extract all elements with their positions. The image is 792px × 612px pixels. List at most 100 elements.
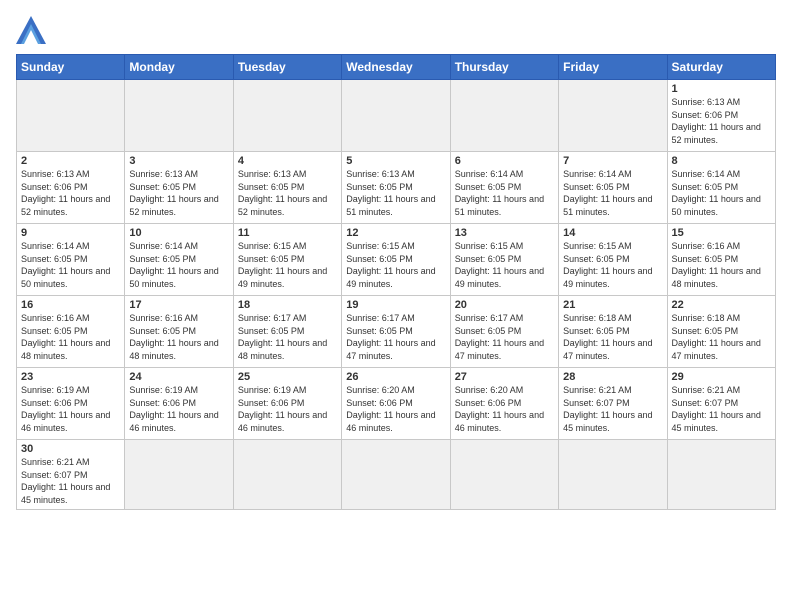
day-info: Sunrise: 6:17 AMSunset: 6:05 PMDaylight:… xyxy=(455,312,554,362)
calendar-week-row: 9 Sunrise: 6:14 AMSunset: 6:05 PMDaylight… xyxy=(17,224,776,296)
day-info: Sunrise: 6:21 AMSunset: 6:07 PMDaylight:… xyxy=(21,456,120,506)
day-info: Sunrise: 6:19 AMSunset: 6:06 PMDaylight:… xyxy=(129,384,228,434)
day-number: 26 xyxy=(346,371,445,383)
day-info: Sunrise: 6:13 AMSunset: 6:05 PMDaylight:… xyxy=(346,168,445,218)
day-number: 2 xyxy=(21,155,120,167)
day-info: Sunrise: 6:17 AMSunset: 6:05 PMDaylight:… xyxy=(346,312,445,362)
calendar-table: SundayMondayTuesdayWednesdayThursdayFrid… xyxy=(16,54,776,510)
day-number: 22 xyxy=(672,299,771,311)
calendar-cell: 23Sunrise: 6:19 AMSunset: 6:06 PMDayligh… xyxy=(17,368,125,440)
calendar-cell: 18Sunrise: 6:17 AMSunset: 6:05 PMDayligh… xyxy=(233,296,341,368)
day-number: 24 xyxy=(129,371,228,383)
day-number: 3 xyxy=(129,155,228,167)
calendar-cell: 16Sunrise: 6:16 AMSunset: 6:05 PMDayligh… xyxy=(17,296,125,368)
day-info: Sunrise: 6:16 AMSunset: 6:05 PMDaylight:… xyxy=(129,312,228,362)
calendar-cell xyxy=(450,80,558,152)
day-number: 27 xyxy=(455,371,554,383)
day-number: 15 xyxy=(672,227,771,239)
calendar-col-header: Friday xyxy=(559,55,667,80)
calendar-cell: 15Sunrise: 6:16 AMSunset: 6:05 PMDayligh… xyxy=(667,224,775,296)
day-number: 14 xyxy=(563,227,662,239)
calendar-cell: 24Sunrise: 6:19 AMSunset: 6:06 PMDayligh… xyxy=(125,368,233,440)
calendar-cell xyxy=(125,80,233,152)
logo-icon xyxy=(16,16,46,44)
calendar-cell: 13Sunrise: 6:15 AMSunset: 6:05 PMDayligh… xyxy=(450,224,558,296)
calendar-cell: 28Sunrise: 6:21 AMSunset: 6:07 PMDayligh… xyxy=(559,368,667,440)
calendar-cell xyxy=(342,80,450,152)
calendar-cell: 17Sunrise: 6:16 AMSunset: 6:05 PMDayligh… xyxy=(125,296,233,368)
day-info: Sunrise: 6:13 AMSunset: 6:05 PMDaylight:… xyxy=(129,168,228,218)
calendar-cell: 9Sunrise: 6:14 AMSunset: 6:05 PMDaylight… xyxy=(17,224,125,296)
day-number: 28 xyxy=(563,371,662,383)
day-info: Sunrise: 6:14 AMSunset: 6:05 PMDaylight:… xyxy=(672,168,771,218)
day-number: 1 xyxy=(672,83,771,95)
day-number: 17 xyxy=(129,299,228,311)
day-info: Sunrise: 6:20 AMSunset: 6:06 PMDaylight:… xyxy=(346,384,445,434)
calendar-cell: 25Sunrise: 6:19 AMSunset: 6:06 PMDayligh… xyxy=(233,368,341,440)
calendar-cell: 29Sunrise: 6:21 AMSunset: 6:07 PMDayligh… xyxy=(667,368,775,440)
calendar-cell: 3Sunrise: 6:13 AMSunset: 6:05 PMDaylight… xyxy=(125,152,233,224)
day-number: 12 xyxy=(346,227,445,239)
calendar-cell xyxy=(125,440,233,510)
calendar-cell: 19Sunrise: 6:17 AMSunset: 6:05 PMDayligh… xyxy=(342,296,450,368)
day-number: 4 xyxy=(238,155,337,167)
day-info: Sunrise: 6:14 AMSunset: 6:05 PMDaylight:… xyxy=(455,168,554,218)
day-number: 29 xyxy=(672,371,771,383)
calendar-cell xyxy=(559,440,667,510)
day-info: Sunrise: 6:15 AMSunset: 6:05 PMDaylight:… xyxy=(455,240,554,290)
calendar-week-row: 16Sunrise: 6:16 AMSunset: 6:05 PMDayligh… xyxy=(17,296,776,368)
calendar-col-header: Sunday xyxy=(17,55,125,80)
calendar-cell: 8Sunrise: 6:14 AMSunset: 6:05 PMDaylight… xyxy=(667,152,775,224)
day-info: Sunrise: 6:16 AMSunset: 6:05 PMDaylight:… xyxy=(672,240,771,290)
calendar-cell xyxy=(233,440,341,510)
day-number: 13 xyxy=(455,227,554,239)
day-info: Sunrise: 6:21 AMSunset: 6:07 PMDaylight:… xyxy=(672,384,771,434)
calendar-col-header: Saturday xyxy=(667,55,775,80)
calendar-cell xyxy=(233,80,341,152)
calendar-cell: 7Sunrise: 6:14 AMSunset: 6:05 PMDaylight… xyxy=(559,152,667,224)
calendar-cell: 27Sunrise: 6:20 AMSunset: 6:06 PMDayligh… xyxy=(450,368,558,440)
day-number: 21 xyxy=(563,299,662,311)
calendar-cell: 2Sunrise: 6:13 AMSunset: 6:06 PMDaylight… xyxy=(17,152,125,224)
day-info: Sunrise: 6:16 AMSunset: 6:05 PMDaylight:… xyxy=(21,312,120,362)
calendar-cell: 22Sunrise: 6:18 AMSunset: 6:05 PMDayligh… xyxy=(667,296,775,368)
calendar-cell xyxy=(17,80,125,152)
calendar-header-row: SundayMondayTuesdayWednesdayThursdayFrid… xyxy=(17,55,776,80)
day-info: Sunrise: 6:13 AMSunset: 6:06 PMDaylight:… xyxy=(21,168,120,218)
calendar-week-row: 2Sunrise: 6:13 AMSunset: 6:06 PMDaylight… xyxy=(17,152,776,224)
calendar-col-header: Wednesday xyxy=(342,55,450,80)
calendar-cell: 4Sunrise: 6:13 AMSunset: 6:05 PMDaylight… xyxy=(233,152,341,224)
calendar-cell: 6Sunrise: 6:14 AMSunset: 6:05 PMDaylight… xyxy=(450,152,558,224)
day-info: Sunrise: 6:17 AMSunset: 6:05 PMDaylight:… xyxy=(238,312,337,362)
day-info: Sunrise: 6:13 AMSunset: 6:05 PMDaylight:… xyxy=(238,168,337,218)
day-number: 25 xyxy=(238,371,337,383)
calendar-cell xyxy=(559,80,667,152)
calendar-col-header: Monday xyxy=(125,55,233,80)
calendar-cell: 14Sunrise: 6:15 AMSunset: 6:05 PMDayligh… xyxy=(559,224,667,296)
calendar-cell: 10Sunrise: 6:14 AMSunset: 6:05 PMDayligh… xyxy=(125,224,233,296)
calendar-week-row: 23Sunrise: 6:19 AMSunset: 6:06 PMDayligh… xyxy=(17,368,776,440)
day-info: Sunrise: 6:13 AMSunset: 6:06 PMDaylight:… xyxy=(672,96,771,146)
day-number: 23 xyxy=(21,371,120,383)
day-info: Sunrise: 6:19 AMSunset: 6:06 PMDaylight:… xyxy=(21,384,120,434)
day-number: 30 xyxy=(21,443,120,455)
calendar-col-header: Tuesday xyxy=(233,55,341,80)
day-number: 9 xyxy=(21,227,120,239)
calendar-cell: 30Sunrise: 6:21 AMSunset: 6:07 PMDayligh… xyxy=(17,440,125,510)
calendar-cell xyxy=(450,440,558,510)
day-number: 11 xyxy=(238,227,337,239)
day-info: Sunrise: 6:14 AMSunset: 6:05 PMDaylight:… xyxy=(129,240,228,290)
calendar-week-row: 30Sunrise: 6:21 AMSunset: 6:07 PMDayligh… xyxy=(17,440,776,510)
calendar-cell: 1Sunrise: 6:13 AMSunset: 6:06 PMDaylight… xyxy=(667,80,775,152)
day-info: Sunrise: 6:21 AMSunset: 6:07 PMDaylight:… xyxy=(563,384,662,434)
day-number: 6 xyxy=(455,155,554,167)
calendar-cell xyxy=(667,440,775,510)
calendar-cell: 26Sunrise: 6:20 AMSunset: 6:06 PMDayligh… xyxy=(342,368,450,440)
day-info: Sunrise: 6:18 AMSunset: 6:05 PMDaylight:… xyxy=(563,312,662,362)
header xyxy=(16,16,776,44)
calendar-cell: 11Sunrise: 6:15 AMSunset: 6:05 PMDayligh… xyxy=(233,224,341,296)
calendar-week-row: 1Sunrise: 6:13 AMSunset: 6:06 PMDaylight… xyxy=(17,80,776,152)
day-number: 5 xyxy=(346,155,445,167)
day-info: Sunrise: 6:19 AMSunset: 6:06 PMDaylight:… xyxy=(238,384,337,434)
calendar-cell: 21Sunrise: 6:18 AMSunset: 6:05 PMDayligh… xyxy=(559,296,667,368)
